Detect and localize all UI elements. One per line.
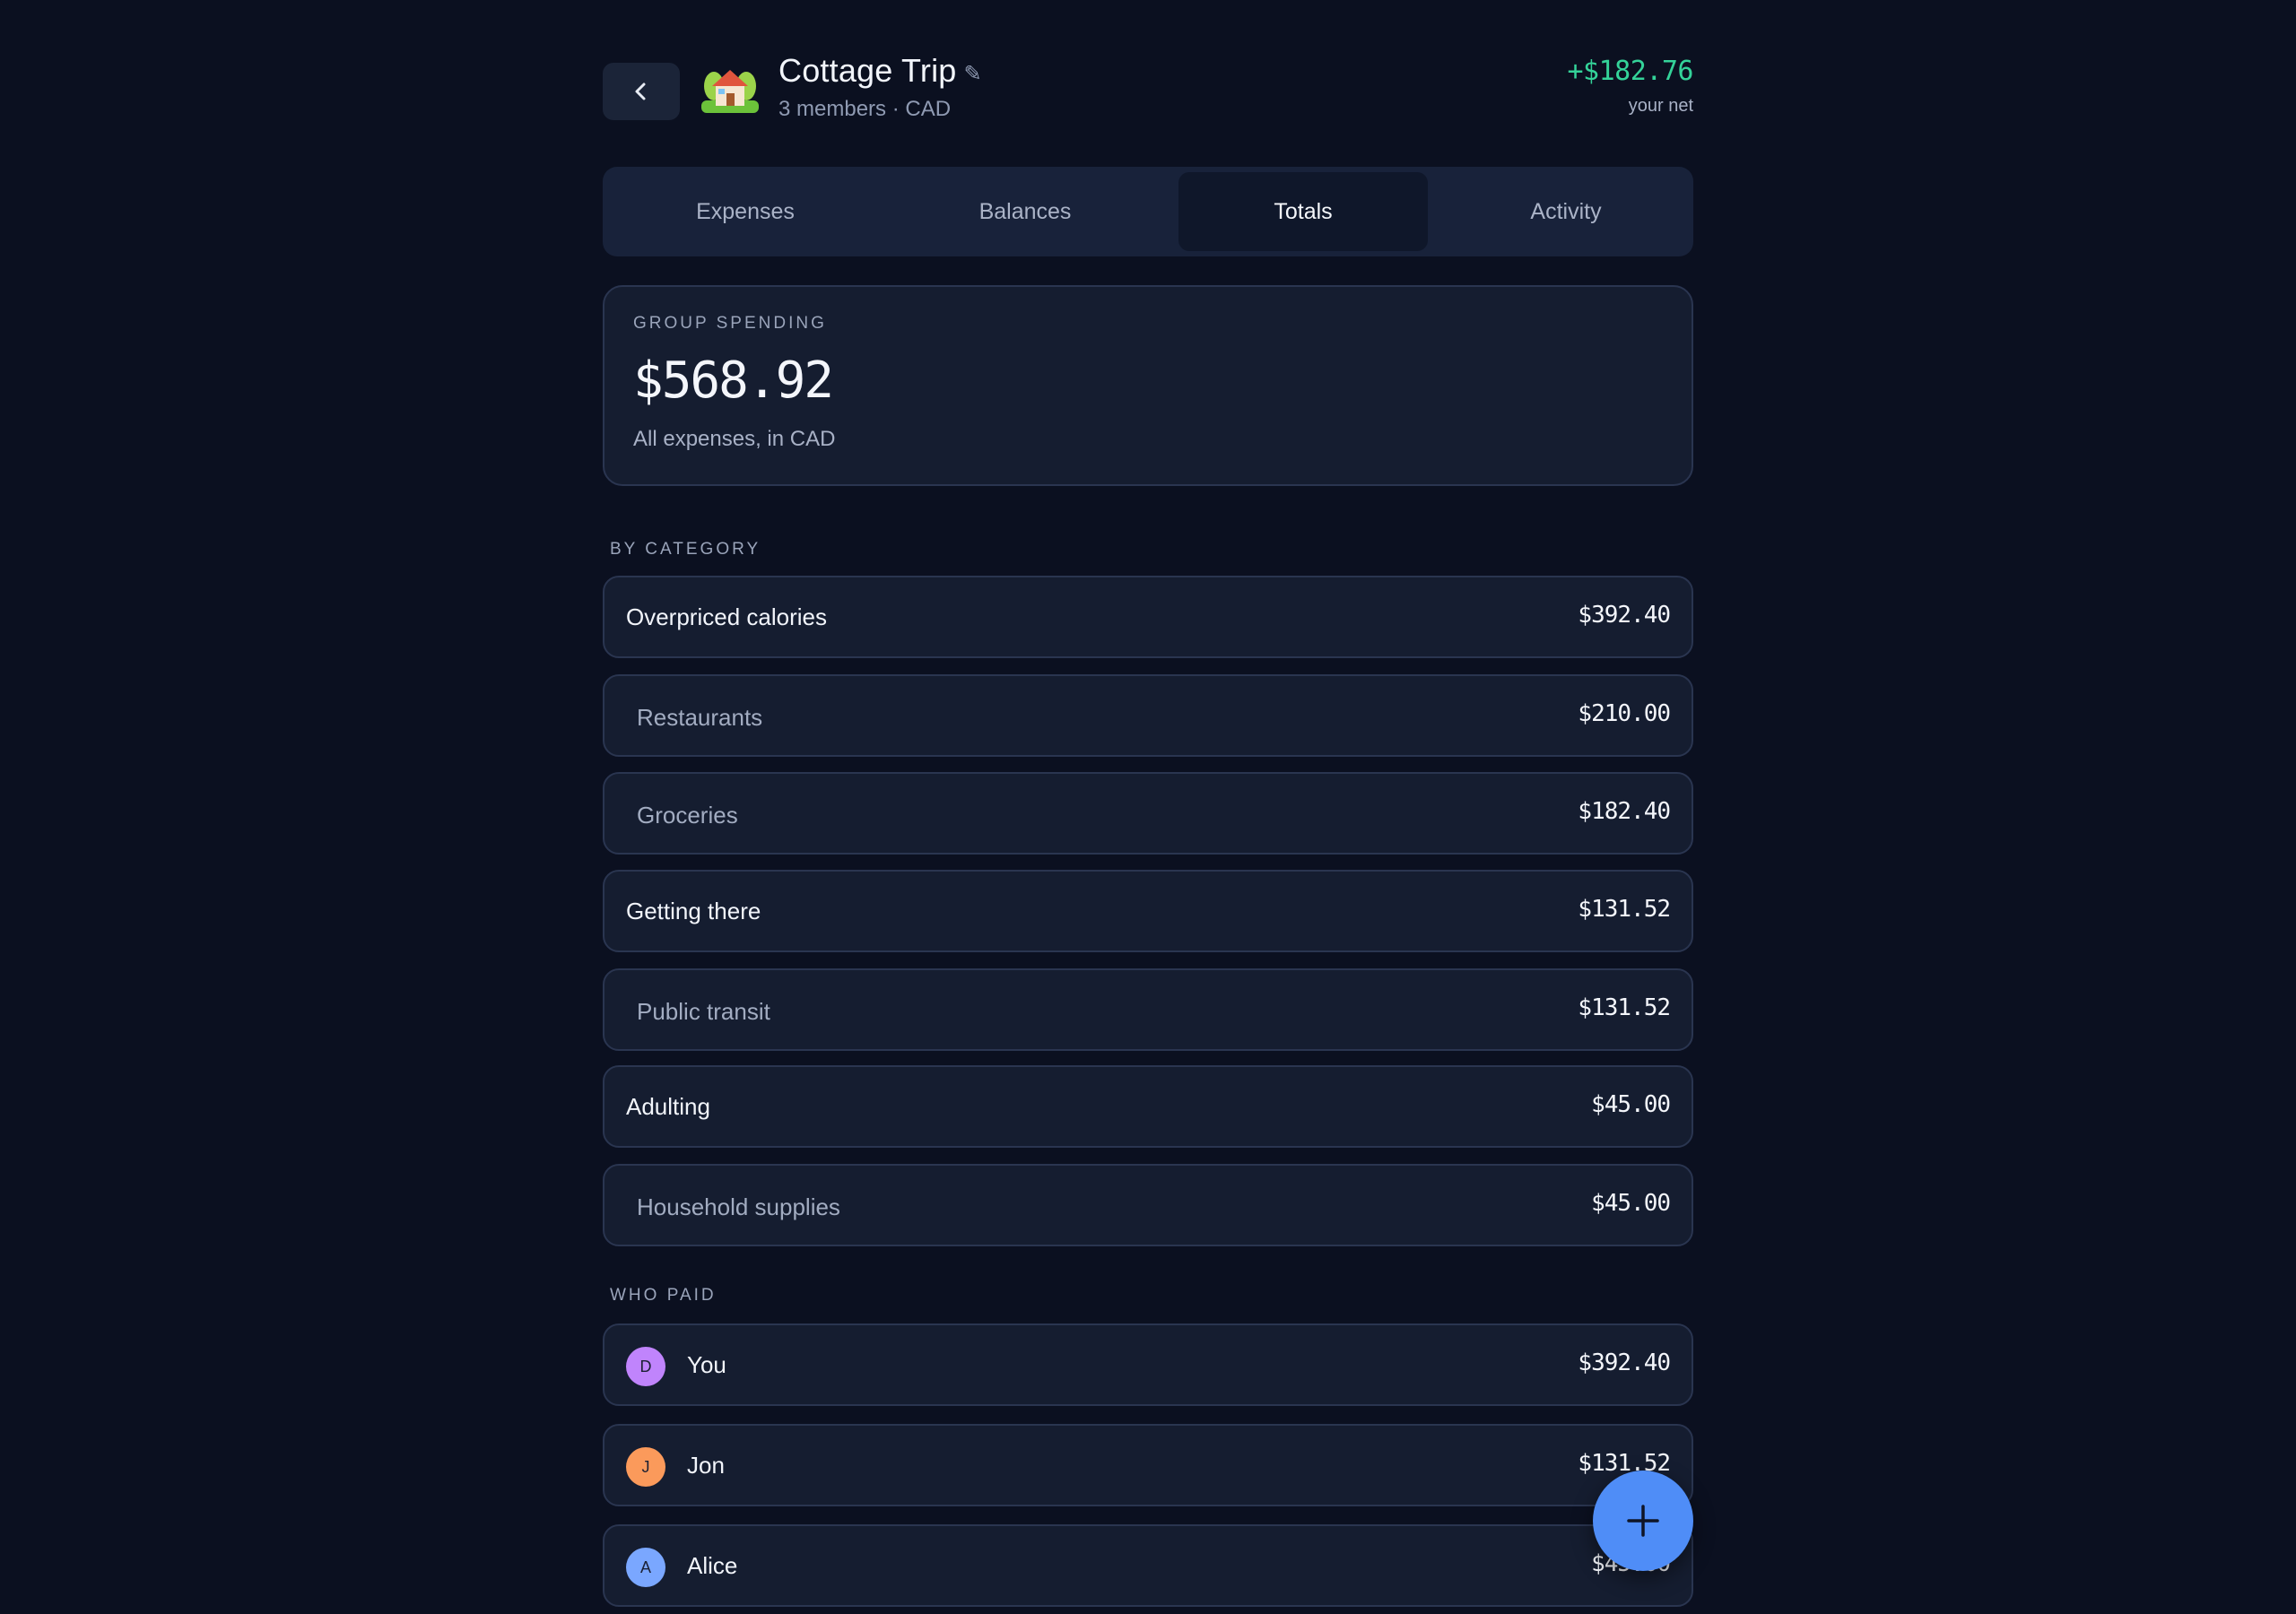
tab-balances[interactable]: Balances	[888, 172, 1162, 251]
add-expense-button[interactable]	[1593, 1471, 1693, 1571]
group-spending-card: GROUP SPENDING $568.92 All expenses, in …	[603, 285, 1693, 486]
payer-name: Jon	[687, 1451, 725, 1479]
summary-note: All expenses, in CAD	[633, 427, 836, 451]
group-title: Cottage Trip	[778, 52, 957, 89]
by-category-heading: BY CATEGORY	[610, 540, 761, 559]
summary-label: GROUP SPENDING	[633, 314, 827, 333]
summary-amount: $568.92	[633, 351, 834, 410]
avatar: J	[626, 1447, 665, 1487]
payer-row-you[interactable]: D You $392.40	[603, 1323, 1693, 1406]
payer-name: Alice	[687, 1551, 738, 1579]
net-value: +$182.76	[1567, 56, 1694, 87]
tab-expenses[interactable]: Expenses	[608, 172, 883, 251]
category-row-restaurants[interactable]: Restaurants $210.00	[603, 674, 1693, 757]
title-block: Cottage Trip ✎ 3 members · CAD	[778, 52, 982, 122]
category-label: Getting there	[626, 897, 761, 924]
payer-amount: $392.40	[1578, 1349, 1671, 1376]
avatar: A	[626, 1548, 665, 1587]
category-amount: $45.00	[1591, 1091, 1671, 1118]
tab-totals[interactable]: Totals	[1178, 172, 1428, 251]
category-label: Overpriced calories	[626, 603, 827, 630]
chevron-left-icon	[635, 82, 646, 100]
category-row-overpriced-calories[interactable]: Overpriced calories $392.40	[603, 576, 1693, 658]
payer-name: You	[687, 1350, 726, 1378]
subcategory-amount: $45.00	[1591, 1190, 1671, 1217]
avatar: D	[626, 1347, 665, 1386]
category-row-getting-there[interactable]: Getting there $131.52	[603, 870, 1693, 952]
house-with-garden-icon	[701, 70, 759, 113]
subcategory-label: Household supplies	[637, 1193, 840, 1220]
net-label: your net	[1628, 96, 1693, 116]
header: Cottage Trip ✎ 3 members · CAD +$182.76 …	[603, 0, 1693, 143]
plus-icon	[1627, 1505, 1659, 1537]
category-label: Adulting	[626, 1092, 710, 1120]
group-subtitle: 3 members · CAD	[778, 97, 952, 121]
subcategory-label: Public transit	[637, 997, 770, 1025]
tab-bar: Expenses Balances Totals Activity	[603, 167, 1693, 256]
subcategory-label: Restaurants	[637, 703, 763, 731]
tab-activity[interactable]: Activity	[1444, 172, 1688, 251]
category-row-adulting[interactable]: Adulting $45.00	[603, 1065, 1693, 1148]
edit-icon[interactable]: ✎	[964, 61, 982, 87]
subcategory-amount: $131.52	[1578, 994, 1671, 1021]
category-amount: $131.52	[1578, 896, 1671, 923]
back-button[interactable]	[603, 63, 680, 120]
payer-row-jon[interactable]: J Jon $131.52	[603, 1424, 1693, 1506]
subcategory-amount: $182.40	[1578, 798, 1671, 825]
app: Cottage Trip ✎ 3 members · CAD +$182.76 …	[603, 0, 1693, 1614]
who-paid-heading: WHO PAID	[610, 1286, 717, 1305]
category-row-household-supplies[interactable]: Household supplies $45.00	[603, 1164, 1693, 1246]
category-amount: $392.40	[1578, 602, 1671, 629]
payer-row-alice[interactable]: A Alice $45.00	[603, 1524, 1693, 1607]
net-summary: +$182.76 your net	[1568, 56, 1694, 117]
category-row-public-transit[interactable]: Public transit $131.52	[603, 968, 1693, 1051]
subcategory-amount: $210.00	[1578, 700, 1671, 727]
category-row-groceries[interactable]: Groceries $182.40	[603, 772, 1693, 855]
subcategory-label: Groceries	[637, 801, 738, 829]
